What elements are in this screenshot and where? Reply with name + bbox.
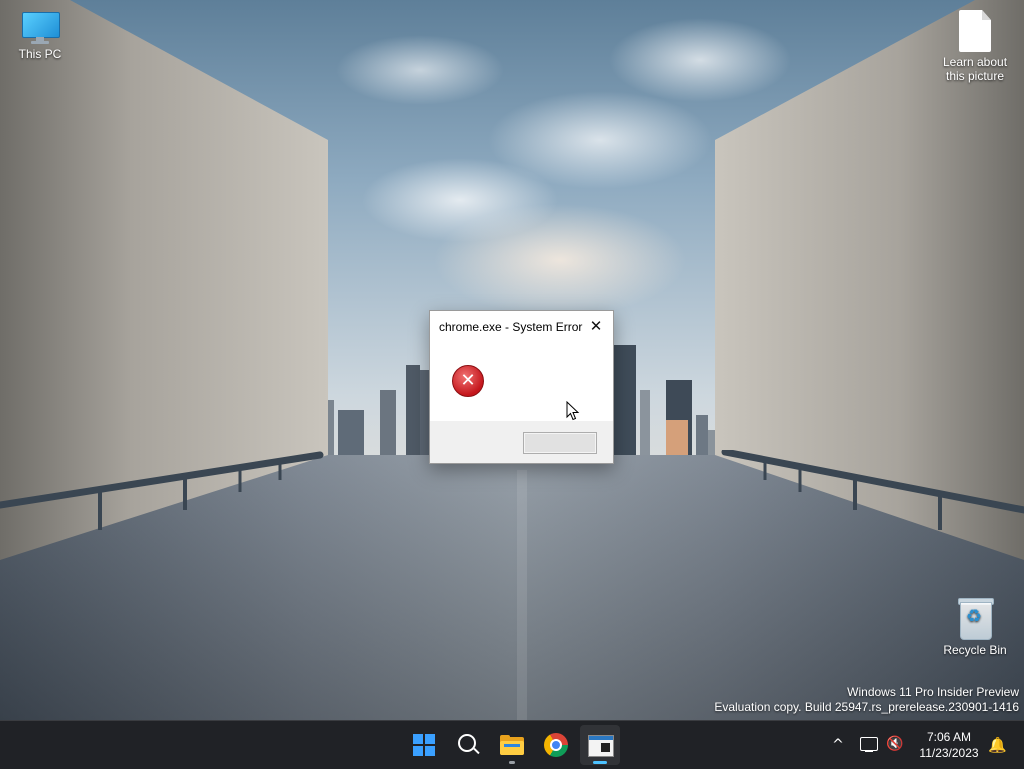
wallpaper-left-railing	[0, 451, 324, 530]
search-button[interactable]	[448, 725, 488, 765]
dialog-ok-button[interactable]	[523, 432, 597, 454]
desktop-icon-this-pc[interactable]: This PC	[0, 10, 80, 61]
chrome-icon	[544, 733, 568, 757]
running-indicator	[509, 761, 515, 764]
taskbar-chrome[interactable]	[536, 725, 576, 765]
desktop-icon-label: This PC	[18, 47, 62, 61]
start-button[interactable]	[404, 725, 444, 765]
close-icon[interactable]: ✕	[585, 316, 607, 336]
wallpaper-floor-seam	[517, 470, 527, 720]
clock-date: 11/23/2023	[919, 746, 979, 760]
network-icon[interactable]	[860, 737, 878, 752]
desktop-icon-label: Recycle Bin	[943, 643, 1007, 657]
mouse-cursor-icon	[566, 401, 580, 421]
desktop-icon-label: Learn about this picture	[942, 55, 1008, 83]
error-icon: ✕	[452, 365, 484, 397]
notification-bell-icon[interactable]: 🔔	[988, 736, 1007, 754]
watermark-line-2: Evaluation copy. Build 25947.rs_prerelea…	[714, 700, 1019, 714]
desktop-icon-recycle-bin[interactable]: ♻ Recycle Bin	[935, 596, 1015, 657]
windows-logo-icon	[413, 734, 435, 756]
build-watermark: Windows 11 Pro Insider Preview Evaluatio…	[714, 685, 1019, 715]
taskbar: ^ 🔇 7:06 AM 11/23/2023 🔔	[0, 720, 1024, 769]
taskbar-error-app[interactable]	[580, 725, 620, 765]
active-indicator	[593, 761, 607, 764]
dialog-footer	[430, 421, 613, 463]
document-icon	[959, 10, 991, 52]
taskbar-clock[interactable]: 7:06 AM 11/23/2023	[914, 729, 984, 761]
watermark-line-1: Windows 11 Pro Insider Preview	[847, 685, 1019, 699]
taskbar-file-explorer[interactable]	[492, 725, 532, 765]
folder-icon	[500, 735, 524, 755]
clock-time: 7:06 AM	[926, 730, 972, 744]
desktop-icon-learn-about-picture[interactable]: Learn about this picture	[935, 10, 1015, 83]
wallpaper-right-railing	[721, 450, 1024, 530]
system-error-dialog: chrome.exe - System Error ✕ ✕	[429, 310, 614, 464]
search-icon	[458, 734, 476, 752]
show-hidden-icons-chevron-icon[interactable]: ^	[830, 735, 846, 755]
dialog-title: chrome.exe - System Error	[439, 320, 583, 334]
monitor-icon	[20, 10, 60, 44]
application-window-icon	[588, 735, 614, 757]
recycle-bin-icon: ♻	[956, 596, 994, 640]
volume-muted-icon[interactable]: 🔇	[886, 735, 904, 753]
